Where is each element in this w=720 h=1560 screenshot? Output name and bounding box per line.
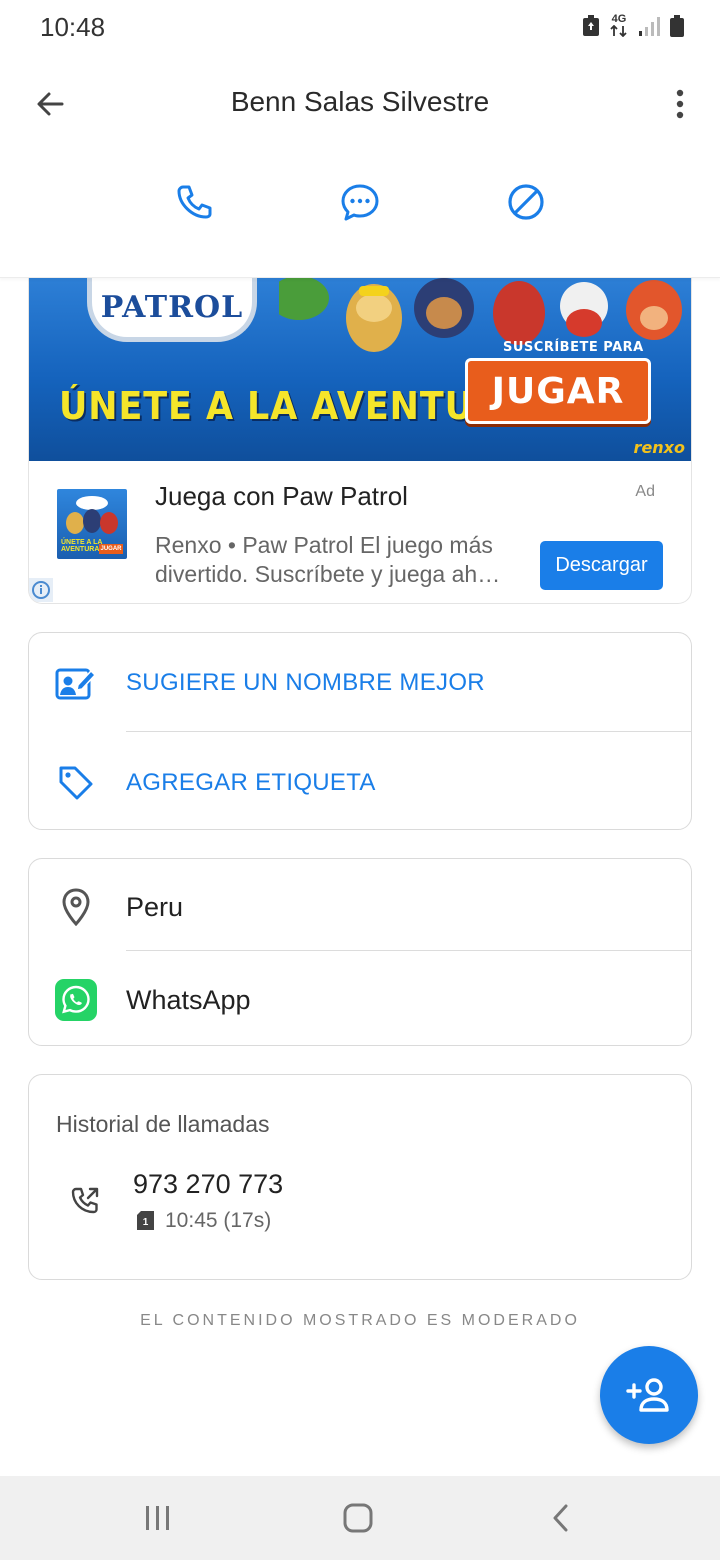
divider — [126, 731, 691, 732]
person-add-icon — [626, 1378, 669, 1412]
banner-cta-caption: SUSCRÍBETE PARA — [503, 340, 644, 355]
ad-banner-image[interactable]: PATROL ÚNETE A LA AVENTURA SUSCRÍBETE PA… — [29, 278, 691, 461]
call-history-time: 10:45 (17s) — [165, 1209, 272, 1232]
svg-text:1: 1 — [143, 1217, 149, 1228]
tag-icon — [59, 766, 93, 800]
call-button[interactable] — [170, 178, 218, 226]
call-history-title: Historial de llamadas — [56, 1111, 270, 1137]
more-vert-icon — [676, 89, 684, 119]
whatsapp-icon — [55, 979, 97, 1021]
banner-slogan: ÚNETE A LA AVENTURA — [59, 384, 530, 428]
edit-contact-card-icon — [55, 668, 97, 700]
whatsapp-row[interactable]: WhatsApp — [29, 979, 691, 1021]
ad-description: Renxo • Paw Patrol El juego más divertid… — [155, 532, 501, 587]
moderation-note: EL CONTENIDO MOSTRADO ES MODERADO — [140, 1312, 580, 1329]
suggest-name-link[interactable]: SUGIERE UN NOMBRE MEJOR — [126, 669, 485, 697]
renxo-logo: renxo — [633, 438, 685, 457]
system-nav-bar — [0, 1476, 720, 1560]
contact-info-card: Peru WhatsApp — [28, 858, 692, 1046]
back-button[interactable] — [28, 82, 72, 126]
ad-download-button[interactable]: Descargar — [540, 541, 663, 590]
signal-icon — [639, 16, 660, 36]
location-row: Peru — [29, 887, 691, 927]
status-icons: 4G — [582, 14, 684, 37]
outgoing-call-icon — [71, 1187, 99, 1214]
battery-saver-icon — [583, 14, 599, 36]
contact-actions-card: SUGIERE UN NOMBRE MEJOR AGREGAR ETIQUETA — [28, 632, 692, 830]
contact-name: Benn Salas Silvestre — [230, 86, 490, 117]
thumbnail-pups-illustration — [66, 496, 118, 534]
call-history-card: Historial de llamadas 973 270 773 1 10:4… — [28, 1074, 692, 1280]
status-time: 10:48 — [40, 12, 106, 42]
contact-header: Benn Salas Silvestre — [0, 56, 720, 278]
recent-apps-button[interactable] — [136, 1498, 180, 1538]
phone-icon — [177, 185, 212, 219]
banner-play-button[interactable]: JUGAR — [465, 358, 651, 424]
call-history-number[interactable]: 973 270 773 — [133, 1169, 283, 1200]
paw-patrol-logo: PATROL — [87, 278, 257, 342]
block-button[interactable] — [502, 178, 550, 226]
location-pin-icon — [62, 888, 90, 926]
add-contact-fab[interactable] — [600, 1346, 698, 1444]
divider — [126, 950, 691, 951]
home-icon — [343, 1503, 373, 1533]
system-back-button[interactable] — [538, 1498, 582, 1538]
ad-app-thumbnail: ÚNETE A LA AVENTURA JUGAR — [57, 489, 127, 559]
location-text: Peru — [126, 891, 184, 922]
status-bar: 10:48 4G — [0, 0, 720, 56]
ad-choices-info-icon[interactable] — [29, 578, 53, 602]
ad-label: Ad — [635, 483, 655, 500]
chat-bubble-icon — [341, 184, 379, 221]
suggest-name-row[interactable]: SUGIERE UN NOMBRE MEJOR — [29, 663, 691, 703]
block-icon — [508, 184, 544, 220]
battery-icon — [670, 14, 684, 37]
more-options-button[interactable] — [662, 82, 698, 126]
arrow-left-icon — [37, 92, 64, 116]
recent-apps-icon — [146, 1506, 169, 1530]
network-4g-icon: 4G — [610, 14, 628, 37]
ad-info: ÚNETE A LA AVENTURA JUGAR Juega con Paw P… — [29, 461, 691, 603]
sim-card-icon: 1 — [137, 1211, 154, 1230]
home-button[interactable] — [336, 1498, 380, 1538]
add-tag-link[interactable]: AGREGAR ETIQUETA — [126, 769, 376, 797]
chevron-left-icon — [553, 1504, 568, 1532]
ad-title: Juega con Paw Patrol — [155, 481, 408, 511]
message-button[interactable] — [336, 178, 384, 226]
whatsapp-link[interactable]: WhatsApp — [126, 985, 251, 1016]
ad-card[interactable]: PATROL ÚNETE A LA AVENTURA SUSCRÍBETE PA… — [28, 278, 692, 604]
add-tag-row[interactable]: AGREGAR ETIQUETA — [29, 763, 691, 803]
